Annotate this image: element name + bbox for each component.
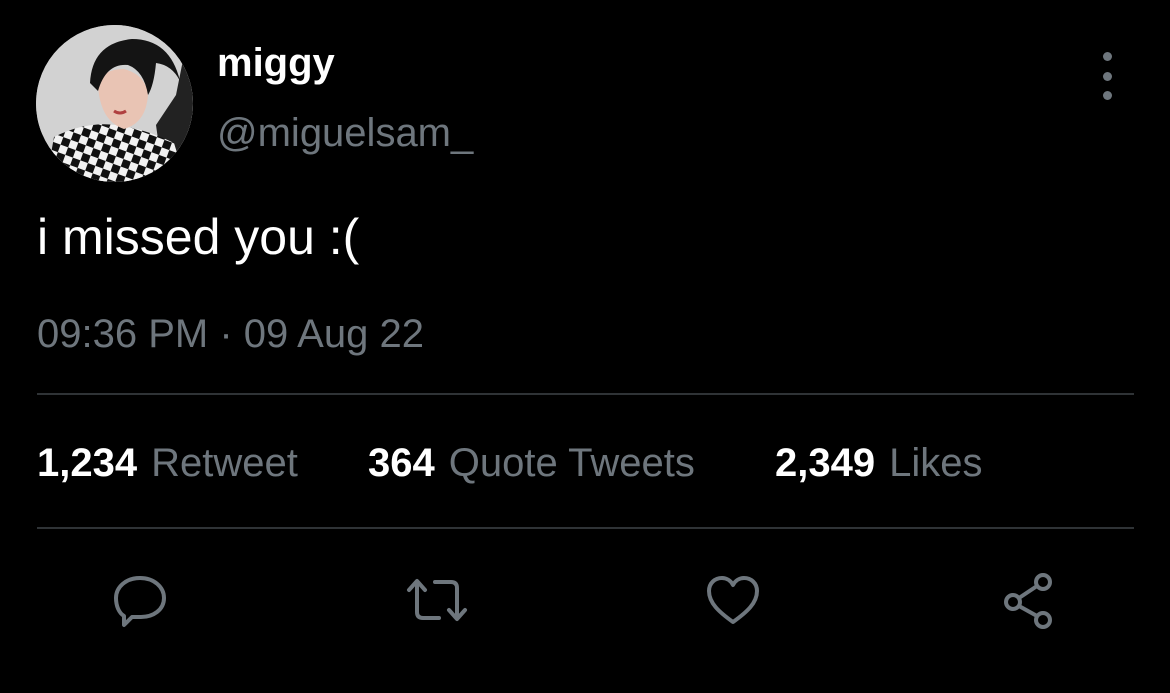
tweet-timestamp[interactable]: 09:36 PM · 09 Aug 22 xyxy=(37,311,424,357)
share-icon xyxy=(1004,573,1052,629)
retweets-label: Retweet xyxy=(151,441,298,485)
quote-tweets-label: Quote Tweets xyxy=(448,441,695,485)
display-name[interactable]: miggy xyxy=(217,40,335,86)
reply-button[interactable] xyxy=(108,568,172,632)
retweets-count: 1,234 xyxy=(37,441,138,485)
more-dot xyxy=(1102,71,1112,81)
quote-tweets-stat[interactable]: 364 Quote Tweets xyxy=(368,440,695,486)
retweet-icon xyxy=(407,579,467,621)
likes-label: Likes xyxy=(889,441,983,485)
avatar-image xyxy=(36,25,193,182)
more-options-icon[interactable] xyxy=(1090,52,1124,100)
divider xyxy=(37,393,1134,395)
retweets-stat[interactable]: 1,234 Retweet xyxy=(37,440,298,486)
quote-tweets-count: 364 xyxy=(368,441,435,485)
retweet-button[interactable] xyxy=(405,568,469,632)
likes-count: 2,349 xyxy=(775,441,876,485)
reply-icon xyxy=(114,576,166,627)
share-button[interactable] xyxy=(997,568,1061,632)
divider xyxy=(37,527,1134,529)
tweet-text: i missed you :( xyxy=(37,209,360,265)
tweet-detail: miggy @miguelsam_ i missed you :( 09:36 … xyxy=(0,0,1170,693)
avatar[interactable] xyxy=(36,25,193,182)
like-button[interactable] xyxy=(701,568,765,632)
more-dot xyxy=(1102,91,1112,100)
likes-stat[interactable]: 2,349 Likes xyxy=(775,440,983,486)
more-dot xyxy=(1102,52,1112,61)
user-handle[interactable]: @miguelsam_ xyxy=(217,110,473,156)
like-icon xyxy=(707,576,759,624)
